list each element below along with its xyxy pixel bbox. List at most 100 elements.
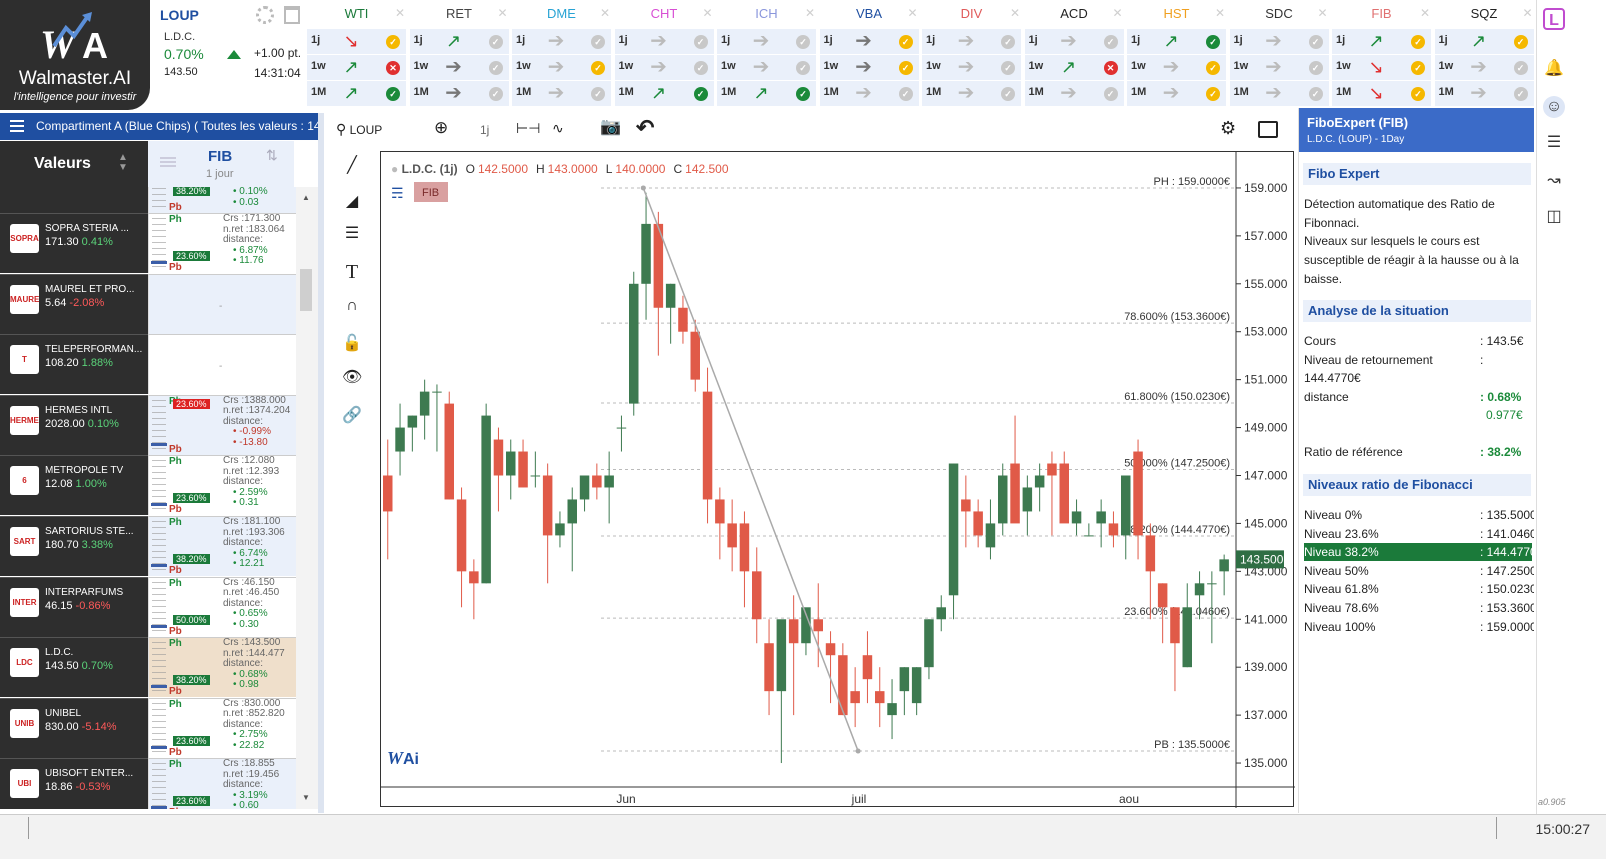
- close-icon[interactable]: ✕: [907, 6, 917, 20]
- indicator-row[interactable]: 1M ➔ ✓: [512, 81, 611, 106]
- menu-lines-icon[interactable]: [160, 157, 176, 159]
- trend-list-icon[interactable]: ↝: [1543, 170, 1565, 192]
- indicator-row[interactable]: 1w ↗ ✕: [307, 55, 406, 80]
- indicator-name[interactable]: SDC: [1229, 6, 1330, 21]
- list-item[interactable]: T TELEPERFORMAN... 108.20 1.88% -: [0, 334, 296, 395]
- list-item[interactable]: INTER INTERPARFUMS 46.15 -0.86% Ph Pb 50.00% Cr…: [0, 576, 296, 637]
- undo-icon[interactable]: ↶: [636, 115, 654, 141]
- close-icon[interactable]: ✕: [395, 6, 405, 20]
- settings-icon[interactable]: [256, 6, 274, 24]
- list-item[interactable]: 38.20% • 0.10% • 0.03 Pb: [0, 187, 296, 213]
- scroll-down-icon[interactable]: ▼: [302, 793, 310, 802]
- close-icon[interactable]: ✕: [1112, 6, 1122, 20]
- indicator-row[interactable]: 1M ↗ ✓: [307, 81, 406, 106]
- fib-level-row[interactable]: Niveau 100%: 159.0000: [1304, 618, 1534, 636]
- sort-filter-icon[interactable]: ⇅: [266, 147, 278, 164]
- list-item[interactable]: UBI UBISOFT ENTER...18.86-0.53% Ph Pb23.60%…: [0, 758, 296, 809]
- layers-icon[interactable]: ◫: [1543, 206, 1565, 228]
- magnet-icon[interactable]: ∩: [342, 296, 362, 316]
- indicator-row[interactable]: 1w ➔ ✓: [922, 55, 1021, 80]
- fib-level-row[interactable]: Niveau 50%: 147.2500: [1304, 562, 1534, 580]
- close-icon[interactable]: ✕: [600, 6, 610, 20]
- indicator-row[interactable]: 1w ↘ ✓: [1332, 55, 1431, 80]
- text-tool-icon[interactable]: T: [342, 262, 362, 282]
- menu-icon[interactable]: [10, 120, 24, 122]
- indicator-row[interactable]: 1M ↗ ✓: [614, 81, 714, 106]
- indicator-row[interactable]: 1M ↘ ✓: [1332, 81, 1431, 106]
- sort-icon[interactable]: ▲ ▼: [118, 153, 128, 173]
- splitter[interactable]: [318, 113, 324, 813]
- compartment-bar[interactable]: Compartiment A (Blue Chips) ( Toutes les…: [0, 113, 318, 140]
- indicator-name[interactable]: WTI: [306, 6, 407, 21]
- list-item[interactable]: HERMESHERMES INTL2028.000.10%PhPb23.60%C…: [0, 394, 296, 455]
- indicator-row[interactable]: 1j ➔ ✓: [819, 29, 919, 54]
- price-chart[interactable]: 159.000 157.000 155.000 153.000 151.000 149.0…: [380, 151, 1295, 808]
- chart-search[interactable]: ⚲ LOUP: [336, 121, 382, 138]
- fib-level-row[interactable]: Niveau 38.2%: 144.4770: [1304, 543, 1534, 562]
- indicator-row[interactable]: 1j ↗ ✓: [1127, 29, 1226, 54]
- close-icon[interactable]: ✕: [1010, 6, 1020, 20]
- list-item[interactable]: 6 METROPOLE TV 12.08 1.00% Ph Pb 23.60% Crs :12…: [0, 455, 296, 516]
- indicator-row[interactable]: 1M ➔ ✓: [1024, 81, 1124, 106]
- list-item[interactable]: SOPRA SOPRA STERIA ... 171.30 0.41% Ph Pb 23.6…: [0, 213, 296, 273]
- indicator-row[interactable]: 1j ↗ ✓: [409, 29, 509, 54]
- indicator-row[interactable]: 1w ➔ ✓: [1127, 55, 1226, 80]
- indicator-row[interactable]: 1M ↗ ✓: [717, 81, 816, 106]
- indicator-row[interactable]: 1j ➔ ✓: [1024, 29, 1124, 54]
- indicator-row[interactable]: 1M ➔ ✓: [1127, 81, 1226, 106]
- user-avatar-icon[interactable]: L: [1543, 8, 1565, 30]
- indicator-row[interactable]: 1j ➔ ✓: [717, 29, 816, 54]
- indicator-name[interactable]: SQZ: [1434, 6, 1535, 21]
- indicator-row[interactable]: 1j ➔ ✓: [614, 29, 714, 54]
- indicators-icon[interactable]: ∿: [552, 120, 564, 137]
- close-icon[interactable]: ✕: [1215, 6, 1225, 20]
- indicator-row[interactable]: 1M ➔ ✓: [409, 81, 509, 106]
- fullscreen-icon[interactable]: [1258, 121, 1278, 138]
- indicator-row[interactable]: 1j ➔ ✓: [922, 29, 1021, 54]
- indicator-name[interactable]: FIB: [1331, 6, 1432, 21]
- list-item[interactable]: LDC L.D.C. 143.50 0.70% Ph Pb 38.20% Crs :143.5…: [0, 637, 296, 698]
- indicator-row[interactable]: 1w ➔ ✓: [512, 55, 611, 80]
- trend-line-icon[interactable]: ╱: [342, 156, 362, 176]
- indicator-row[interactable]: 1w ↗ ✕: [1024, 55, 1124, 80]
- indicator-row[interactable]: 1w ➔ ✓: [819, 55, 919, 80]
- indicator-row[interactable]: 1M ➔ ✓: [819, 81, 919, 106]
- candles-icon[interactable]: ⊢⊣: [516, 120, 540, 137]
- list-header-values[interactable]: Valeurs ▲ ▼: [0, 141, 148, 187]
- indicator-row[interactable]: 1M ➔ ✓: [1434, 81, 1534, 106]
- indicator-name[interactable]: VBA: [819, 6, 920, 21]
- fib-level-row[interactable]: Niveau 78.6%: 153.3600: [1304, 599, 1534, 617]
- horizontal-lines-icon[interactable]: ☰: [342, 224, 362, 244]
- link-icon[interactable]: 🔗: [342, 406, 362, 426]
- indicator-row[interactable]: 1w ➔ ✓: [409, 55, 509, 80]
- indicator-name[interactable]: RET: [409, 6, 510, 21]
- list-icon[interactable]: ☰: [1543, 132, 1565, 154]
- close-icon[interactable]: ✕: [702, 6, 712, 20]
- indicator-row[interactable]: 1j ➔ ✓: [1229, 29, 1329, 54]
- indicator-row[interactable]: 1j ↘ ✓: [307, 29, 406, 54]
- chart-settings-icon[interactable]: ⚙: [1220, 118, 1236, 139]
- brand-logo[interactable]: W Ai Walmaster.AI l'intelligence pour in…: [0, 0, 150, 110]
- indicator-row[interactable]: 1j ↗ ✓: [1332, 29, 1431, 54]
- indicator-row[interactable]: 1w ➔ ✓: [717, 55, 816, 80]
- period-selector[interactable]: 1j: [480, 123, 489, 137]
- indicator-name[interactable]: ICH: [716, 6, 817, 21]
- indicator-name[interactable]: CHT: [614, 6, 715, 21]
- add-indicator-icon[interactable]: ⊕: [434, 118, 448, 138]
- indicator-row[interactable]: 1w ➔ ✓: [614, 55, 714, 80]
- indicator-row[interactable]: 1w ➔ ✓: [1434, 55, 1534, 80]
- indicator-row[interactable]: 1j ➔ ✓: [512, 29, 611, 54]
- list-item[interactable]: SART SARTORIUS STE... 180.70 3.38% Ph Pb 38.20…: [0, 516, 296, 576]
- close-icon[interactable]: ✕: [497, 6, 507, 20]
- close-icon[interactable]: ✕: [1420, 6, 1430, 20]
- scroll-thumb[interactable]: [300, 269, 312, 311]
- indicator-name[interactable]: HST: [1126, 6, 1227, 21]
- list-scrollbar[interactable]: ▲ ▼: [296, 187, 318, 809]
- eye-icon[interactable]: 👁: [342, 368, 362, 388]
- list-item[interactable]: UNIB UNIBEL 830.00 -5.14% Ph Pb 23.60% Crs :830…: [0, 697, 296, 758]
- camera-icon[interactable]: 📷: [600, 117, 621, 137]
- indicator-name[interactable]: DIV: [921, 6, 1022, 21]
- indicator-row[interactable]: 1M ➔ ✓: [1229, 81, 1329, 106]
- indicator-row[interactable]: 1w ➔ ✓: [1229, 55, 1329, 80]
- trophy-icon[interactable]: [284, 6, 300, 24]
